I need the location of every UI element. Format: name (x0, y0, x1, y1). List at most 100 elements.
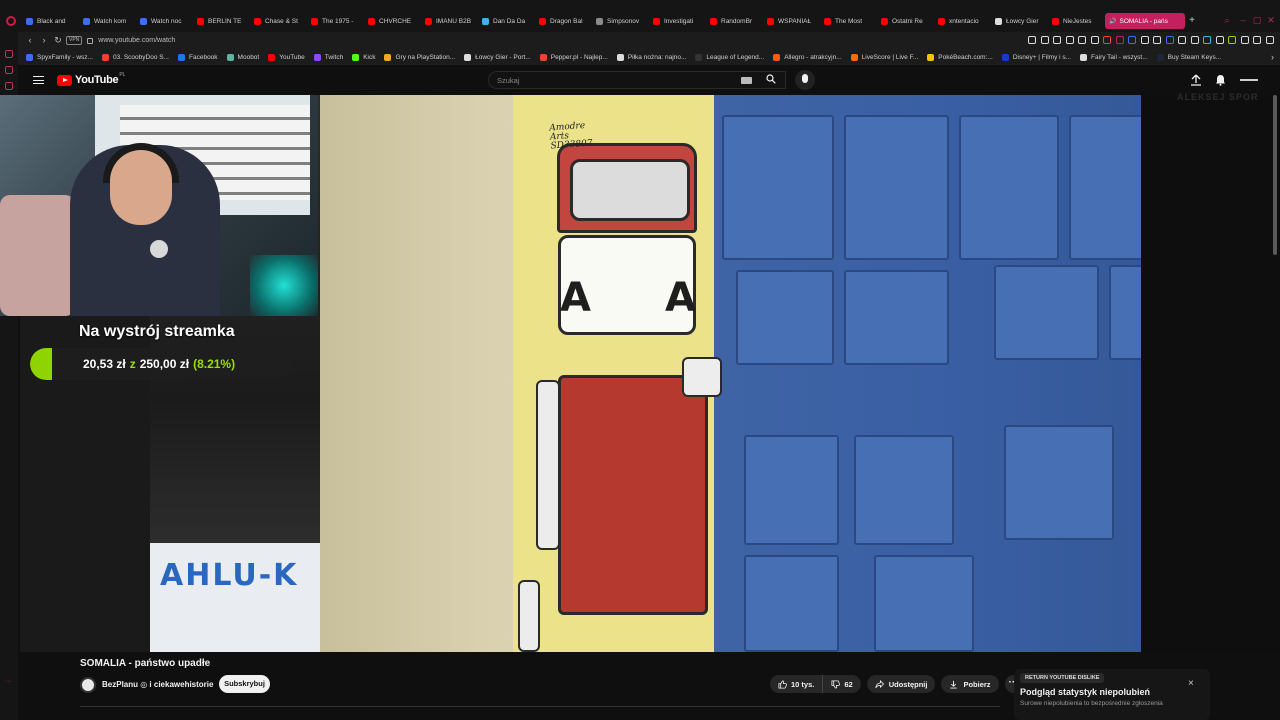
bookmark-item[interactable]: Disney+ | Filmy i s... (1001, 53, 1071, 61)
browser-tab[interactable]: Watch noc (136, 13, 193, 29)
extension-icon[interactable] (1228, 36, 1236, 44)
tab-favicon-icon (767, 17, 774, 25)
bookmark-item[interactable]: Moobot (226, 53, 259, 61)
bookmark-item[interactable]: Łowcy Gier - Port... (464, 53, 531, 61)
browser-tab-active[interactable]: 🔊 SOMALIA - pańs (1105, 13, 1185, 29)
browser-tab[interactable]: BERLIN TE (193, 13, 250, 29)
opera-menu-icon[interactable] (6, 16, 16, 26)
bookmark-item[interactable]: Gry na PlayStation... (384, 53, 455, 61)
donation-goal-text: 20,53 zł z 250,00 zł (8.21%) (83, 357, 235, 371)
bookmark-item[interactable]: Facebook (178, 53, 218, 61)
voice-search-button[interactable] (795, 70, 815, 90)
maximize-icon[interactable]: ▢ (1252, 15, 1262, 25)
dislike-button[interactable]: 62 (823, 675, 860, 693)
sidebar-messenger-icon[interactable] (5, 50, 13, 58)
browser-tab[interactable]: IMANU B2B (421, 13, 478, 29)
extension-icon[interactable] (1103, 36, 1111, 44)
extension-icon[interactable] (1090, 36, 1099, 44)
extension-icon[interactable] (1215, 36, 1224, 44)
bookmark-item[interactable]: Piłka nożna: najno... (616, 53, 686, 61)
browser-tab[interactable]: xntentacio (934, 13, 991, 29)
drawing-spark-plug (536, 380, 560, 550)
browser-tab[interactable]: RandomBr (706, 13, 763, 29)
page-scrollbar[interactable] (1273, 95, 1277, 255)
browser-tab[interactable]: CHVRCHE (364, 13, 421, 29)
browser-tab[interactable]: Simpsonov (592, 13, 649, 29)
extension-icon[interactable] (1115, 36, 1124, 44)
sidebar-more-icon[interactable]: ··· (5, 678, 13, 686)
upload-icon[interactable] (1190, 74, 1202, 86)
sidebar-player-icon[interactable] (5, 66, 13, 74)
bookmark-item[interactable]: Kick (352, 53, 375, 61)
search-input[interactable] (497, 72, 727, 88)
bookmark-item[interactable]: Pepper.pl - Najlep... (539, 53, 608, 61)
channel-avatar[interactable] (80, 677, 96, 693)
minimize-icon[interactable]: – (1238, 15, 1248, 25)
bookmark-item[interactable]: SpyxFamily - wsz... (26, 53, 93, 61)
new-tab-icon[interactable]: + (1185, 13, 1199, 29)
keyboard-icon[interactable] (741, 77, 752, 84)
share-button[interactable]: Udostępnij (866, 675, 936, 693)
forward-icon[interactable]: › (38, 35, 50, 46)
extension-icon[interactable] (1165, 36, 1174, 44)
bookmarks-more-icon[interactable]: › (1271, 52, 1274, 62)
url-field[interactable]: VPN www.youtube.com/watch (66, 35, 996, 46)
extension-icon[interactable] (1190, 36, 1199, 44)
browser-tab[interactable]: Investigati (649, 13, 706, 29)
like-button[interactable]: 10 tys. (770, 675, 824, 693)
tab-search-icon[interactable]: ⌕ (1222, 15, 1232, 25)
extension-icon[interactable] (1140, 36, 1149, 44)
bookmark-item[interactable]: League of Legend... (695, 53, 764, 61)
browser-tab[interactable]: Łowcy Gier (991, 13, 1048, 29)
bookmark-item[interactable]: Buy Steam Keys... (1156, 53, 1221, 61)
extension-icon[interactable] (1178, 36, 1186, 44)
extension-icon[interactable] (1128, 36, 1136, 44)
vpn-badge[interactable]: VPN (66, 36, 83, 45)
account-avatar[interactable] (1238, 74, 1260, 86)
browser-tab[interactable]: Chase & St (250, 13, 307, 29)
browser-tab[interactable]: Dan Da Da (478, 13, 535, 29)
tab-label: IMANU B2B (436, 17, 472, 25)
bookmark-item[interactable]: Allegro - atrakcyjn... (773, 53, 842, 61)
subscribe-button[interactable]: Subskrybuj (219, 675, 270, 693)
extension-icon[interactable] (1240, 36, 1249, 44)
channel-name[interactable]: BezPlanu ◎ i ciekawehistorie (102, 680, 213, 689)
browser-tab[interactable]: The 1975 - (307, 13, 364, 29)
tab-favicon-icon (824, 17, 831, 25)
browser-tab[interactable]: Ostatni Re (877, 13, 934, 29)
bookmark-item[interactable]: Twitch (313, 53, 343, 61)
extension-icon[interactable] (1053, 36, 1061, 44)
lock-icon[interactable] (87, 37, 94, 44)
download-button[interactable]: Pobierz (941, 675, 999, 693)
browser-tab[interactable]: The Most (820, 13, 877, 29)
browser-tab[interactable]: Watch kom (79, 13, 136, 29)
search-icon[interactable] (766, 74, 776, 84)
hamburger-menu-icon[interactable] (33, 76, 44, 84)
browser-tab[interactable]: Dragon Bal (535, 13, 592, 29)
close-window-icon[interactable]: ✕ (1266, 15, 1276, 25)
close-icon[interactable]: × (1188, 678, 1194, 689)
browser-tab[interactable]: WSPANIAŁ (763, 13, 820, 29)
extension-icon[interactable] (1265, 36, 1274, 44)
bookmark-item[interactable]: LiveScore | Live F... (850, 53, 918, 61)
notifications-bell-icon[interactable] (1215, 74, 1226, 86)
extension-icon[interactable] (1040, 36, 1049, 44)
url-text[interactable]: www.youtube.com/watch (98, 37, 175, 44)
extension-icon[interactable] (1065, 36, 1074, 44)
extension-icon[interactable] (1203, 36, 1211, 44)
bookmark-item[interactable]: Fairy Tail - wszyst... (1080, 53, 1148, 61)
reload-icon[interactable]: ↻ (52, 35, 64, 46)
download-icon (950, 680, 958, 689)
bookmark-item[interactable]: PokéBeach.com:... (927, 53, 993, 61)
extension-icon[interactable] (1153, 36, 1161, 44)
sidebar-history-icon[interactable] (5, 82, 13, 90)
extension-icon[interactable] (1078, 36, 1086, 44)
back-icon[interactable]: ‹ (24, 35, 36, 46)
browser-tab[interactable]: Black and (22, 13, 79, 29)
bookmark-item[interactable]: 03. ScoobyDoo S... (101, 53, 169, 61)
browser-tab[interactable]: NieJestes (1048, 13, 1105, 29)
extension-icon[interactable] (1028, 36, 1036, 44)
youtube-logo[interactable]: YouTube PL (57, 72, 125, 86)
bookmark-item[interactable]: YouTube (268, 53, 305, 61)
extension-icon[interactable] (1253, 36, 1261, 44)
